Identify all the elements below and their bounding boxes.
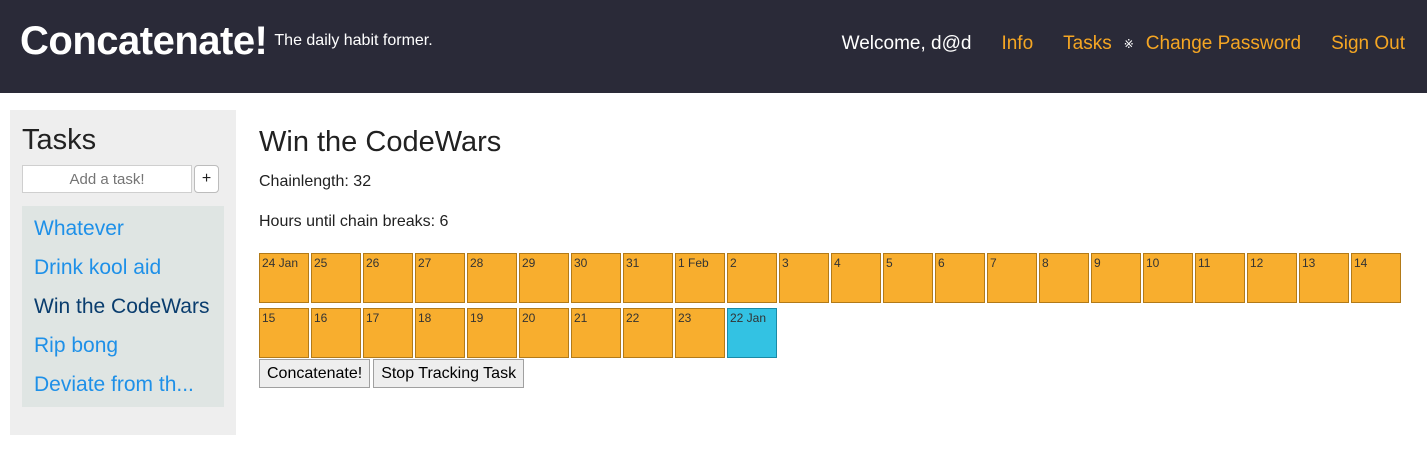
day-cell: 28 [467,253,517,303]
day-cell: 16 [311,308,361,358]
day-cell: 5 [883,253,933,303]
task-actions: Concatenate! Stop Tracking Task [259,359,527,388]
task-detail: Win the CodeWars Chainlength: 32 Hours u… [259,126,502,230]
tasks-sidebar: Tasks + WhateverDrink kool aidWin the Co… [10,110,236,435]
top-navbar: Concatenate! The daily habit former. Wel… [0,0,1427,93]
task-list: Whatever Drink kool aid Win the CodeWars Ri… [22,206,224,407]
welcome-text: Welcome, d@d [841,33,972,54]
nav-menu: Welcome, d@d Info Tasks ※ Change Passwor… [842,33,1405,55]
day-cell: 21 [571,308,621,358]
day-cell: 20 [519,308,569,358]
day-cell: 27 [415,253,465,303]
day-cell: 18 [415,308,465,358]
day-cell: 6 [935,253,985,303]
day-cell-today: 22 Jan [727,308,777,358]
day-cell: 25 [311,253,361,303]
brand: Concatenate! The daily habit former. [20,18,433,64]
sidebar-task-item[interactable]: Drink kool aid [22,253,224,292]
day-cell: 15 [259,308,309,358]
concatenate-button[interactable]: Concatenate! [259,359,371,388]
brand-title[interactable]: Concatenate! [20,18,268,64]
day-cell: 17 [363,308,413,358]
nav-sign-out-link[interactable]: Sign Out [1331,33,1405,55]
day-cell: 7 [987,253,1037,303]
task-title: Win the CodeWars [259,126,502,158]
day-cell: 3 [779,253,829,303]
add-task-input[interactable] [22,165,192,193]
sidebar-task-item[interactable]: Win the CodeWars [22,292,224,331]
nav-tasks-link[interactable]: Tasks [1063,33,1112,55]
day-cell: 30 [571,253,621,303]
day-cell: 13 [1299,253,1349,303]
nav-change-password-link[interactable]: Change Password [1146,33,1301,55]
day-cell: 10 [1143,253,1193,303]
day-cell: 11 [1195,253,1245,303]
day-cell: 9 [1091,253,1141,303]
nav-separator-icon: ※ [1123,37,1134,51]
day-cell: 29 [519,253,569,303]
hours-until-break-text: Hours until chain breaks: 6 [259,213,449,230]
day-cell: 26 [363,253,413,303]
day-cell: 31 [623,253,673,303]
sidebar-title: Tasks [22,124,97,156]
sidebar-task-item[interactable]: Rip bong [22,331,224,370]
day-cell: 2 [727,253,777,303]
day-cell: 1 Feb [675,253,725,303]
stop-tracking-button[interactable]: Stop Tracking Task [373,359,525,388]
sidebar-task-item[interactable]: Whatever [22,214,224,253]
day-cell: 4 [831,253,881,303]
nav-info-link[interactable]: Info [1001,33,1033,55]
brand-tagline: The daily habit former. [274,32,433,49]
day-cell: 23 [675,308,725,358]
day-cell: 24 Jan [259,253,309,303]
day-cell: 19 [467,308,517,358]
day-cell: 12 [1247,253,1297,303]
chainlength-text: Chainlength: 32 [259,173,372,190]
sidebar-task-item[interactable]: Deviate from th... [22,370,224,409]
add-task-button[interactable]: + [194,165,219,193]
day-cell: 14 [1351,253,1401,303]
day-cell: 8 [1039,253,1089,303]
day-cell: 22 [623,308,673,358]
